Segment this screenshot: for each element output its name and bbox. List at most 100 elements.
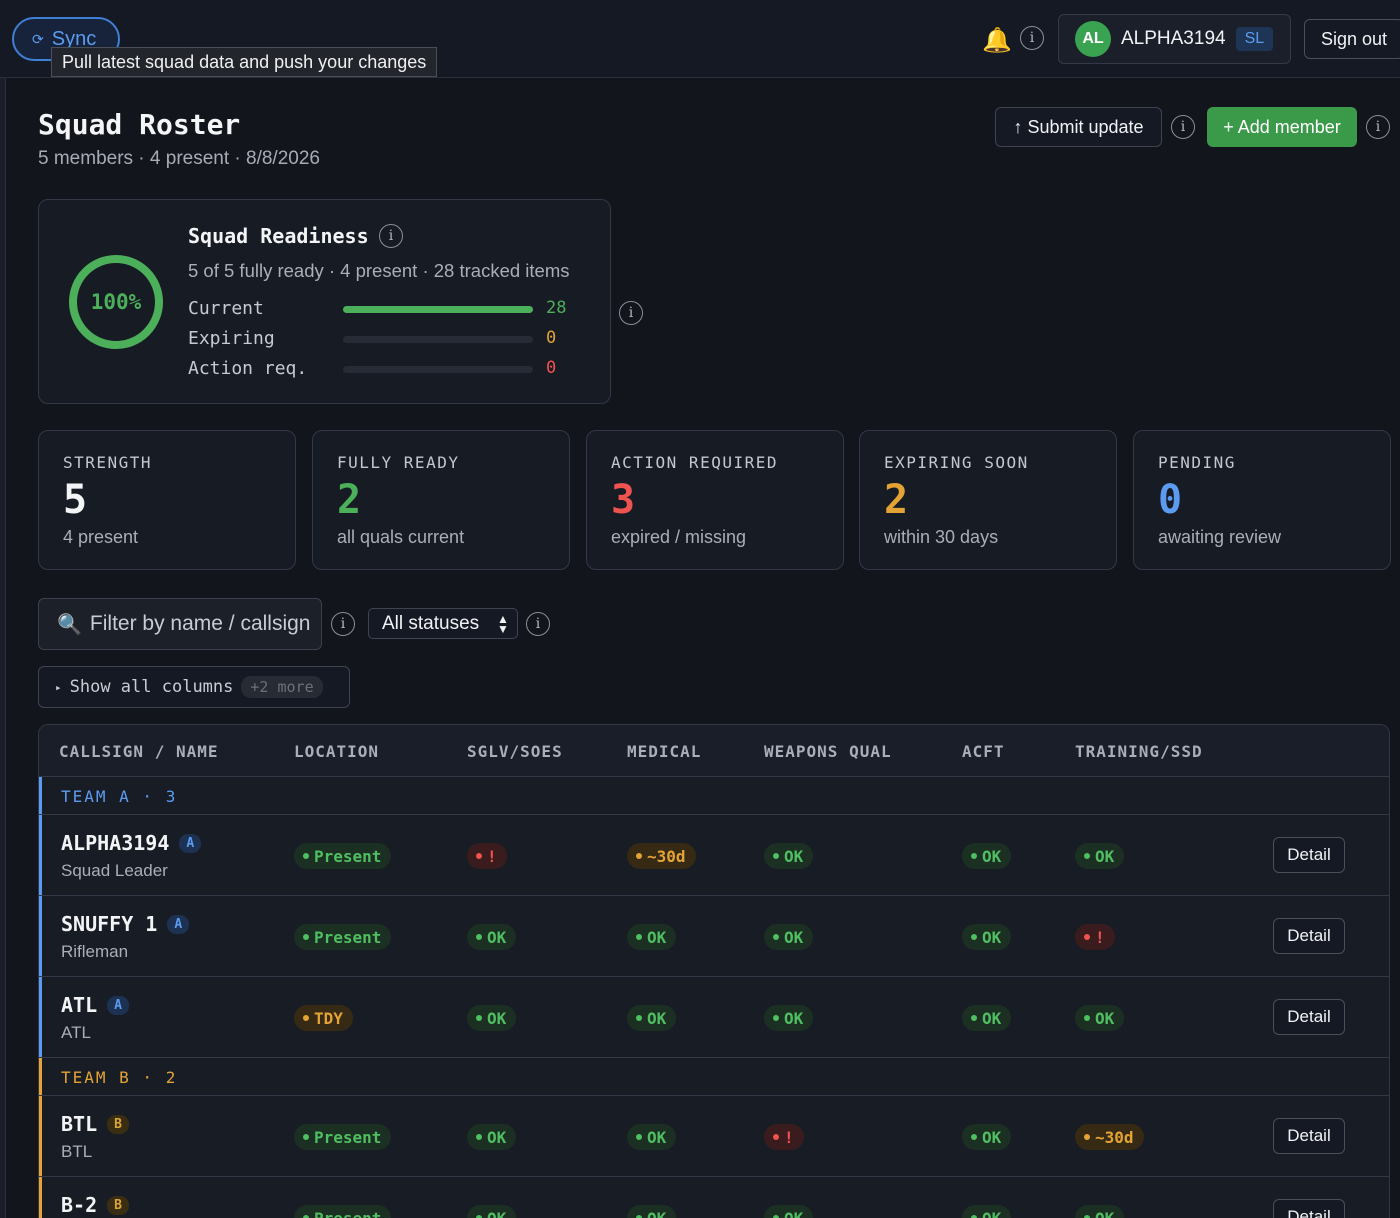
status-pill[interactable]: ! <box>764 1124 804 1150</box>
info-icon[interactable]: i <box>1020 26 1044 50</box>
col-acft[interactable]: ACFT <box>962 742 1005 761</box>
caret-right-icon: ▸ <box>55 680 62 694</box>
status-pill[interactable]: OK <box>962 1005 1012 1031</box>
member-callsign[interactable]: SNUFFY 1 A <box>61 912 190 936</box>
readiness-info-icon[interactable]: i <box>379 224 403 248</box>
status-pill[interactable]: OK <box>627 1005 677 1031</box>
status-text: OK <box>487 1008 507 1028</box>
member-role: Squad Leader <box>61 861 168 880</box>
col-weapons[interactable]: WEAPONS QUAL <box>764 742 892 761</box>
readiness-subtitle: 5 of 5 fully ready · 4 present · 28 trac… <box>188 260 570 281</box>
stat-label: STRENGTH <box>63 453 153 472</box>
detail-button[interactable]: Detail <box>1273 1118 1345 1154</box>
status-text: ! <box>487 846 497 866</box>
status-text: OK <box>647 1127 667 1147</box>
status-pill[interactable]: OK <box>627 1124 677 1150</box>
detail-button[interactable]: Detail <box>1273 918 1345 954</box>
status-pill[interactable]: OK <box>962 924 1012 950</box>
status-pill[interactable]: OK <box>1075 843 1125 869</box>
stat-label: ACTION REQUIRED <box>611 453 778 472</box>
status-pill[interactable]: OK <box>627 1205 677 1218</box>
chevron-updown-icon: ▲ ▼ <box>497 611 509 636</box>
submit-info-icon[interactable]: i <box>1171 115 1195 139</box>
status-pill[interactable]: OK <box>467 1205 517 1218</box>
status-text: Present <box>314 1127 382 1147</box>
status-dot-icon <box>971 1134 977 1140</box>
status-pill[interactable]: ~30d <box>1075 1124 1144 1150</box>
status-select[interactable]: All statuses ▲ ▼ <box>368 608 518 639</box>
status-pill[interactable]: OK <box>467 924 517 950</box>
status-dot-icon <box>1084 1015 1090 1021</box>
status-pill[interactable]: OK <box>467 1124 517 1150</box>
status-pill[interactable]: OK <box>1075 1205 1125 1218</box>
stat-value: 5 <box>63 477 88 523</box>
readiness-card: 100% Squad Readiness i 5 of 5 fully read… <box>38 199 611 404</box>
team-group-label: TEAM B · 2 <box>61 1068 178 1087</box>
status-text: OK <box>982 927 1002 947</box>
team-color-bar <box>39 977 42 1057</box>
status-pill[interactable]: TDY <box>294 1005 353 1031</box>
submit-update-button[interactable]: ↑ Submit update <box>995 107 1162 147</box>
col-sglv[interactable]: SGLV/SOES <box>467 742 563 761</box>
status-pill[interactable]: Present <box>294 1124 392 1150</box>
member-callsign[interactable]: ATL A <box>61 993 129 1017</box>
add-member-button[interactable]: + Add member <box>1207 107 1357 147</box>
detail-button[interactable]: Detail <box>1273 999 1345 1035</box>
status-pill[interactable]: Present <box>294 843 392 869</box>
status-pill[interactable]: OK <box>764 1205 814 1218</box>
add-info-icon[interactable]: i <box>1366 115 1390 139</box>
detail-button[interactable]: Detail <box>1273 837 1345 873</box>
status-pill[interactable]: ~30d <box>627 843 696 869</box>
member-callsign[interactable]: B-2 B <box>61 1193 129 1217</box>
show-all-columns-toggle[interactable]: ▸ Show all columns +2 more <box>38 666 350 708</box>
status-pill[interactable]: OK <box>1075 1005 1125 1031</box>
status-pill[interactable]: OK <box>764 1005 814 1031</box>
stat-label: FULLY READY <box>337 453 460 472</box>
stat-label: PENDING <box>1158 453 1236 472</box>
team-color-bar <box>39 1096 42 1176</box>
team-group-row: TEAM B · 2 <box>39 1058 1389 1096</box>
status-text: Present <box>314 1208 382 1218</box>
col-callsign[interactable]: CALLSIGN / NAME <box>59 742 219 761</box>
search-box[interactable]: 🔍 <box>38 598 322 650</box>
detail-button[interactable]: Detail <box>1273 1199 1345 1218</box>
status-pill[interactable]: OK <box>467 1005 517 1031</box>
status-text: OK <box>487 1127 507 1147</box>
status-pill[interactable]: OK <box>962 1205 1012 1218</box>
member-callsign[interactable]: BTL B <box>61 1112 129 1136</box>
status-dot-icon <box>303 1015 309 1021</box>
col-training[interactable]: TRAINING/SSD <box>1075 742 1203 761</box>
stat-sub: awaiting review <box>1158 527 1282 547</box>
status-pill[interactable]: ! <box>467 843 507 869</box>
status-pill[interactable]: OK <box>962 843 1012 869</box>
status-text: OK <box>1095 1208 1115 1218</box>
status-dot-icon <box>476 934 482 940</box>
member-role: ATL <box>61 1023 91 1042</box>
col-location[interactable]: LOCATION <box>294 742 379 761</box>
status-text: OK <box>982 1208 1002 1218</box>
status-dot-icon <box>1084 1134 1090 1140</box>
status-pill[interactable]: Present <box>294 1205 392 1218</box>
readiness-title: Squad Readiness <box>188 224 369 248</box>
stat-fully-ready: FULLY READY 2 all quals current <box>312 430 570 570</box>
readiness-side-info-icon[interactable]: i <box>619 301 643 325</box>
status-pill[interactable]: OK <box>627 924 677 950</box>
search-info-icon[interactable]: i <box>331 612 355 636</box>
left-rail <box>0 78 6 1218</box>
status-pill[interactable]: OK <box>764 843 814 869</box>
bar-label: Action req. <box>188 358 308 379</box>
status-text: OK <box>1095 1008 1115 1028</box>
status-pill[interactable]: OK <box>962 1124 1012 1150</box>
user-menu[interactable]: AL ALPHA3194 SL <box>1058 14 1291 64</box>
status-dot-icon <box>636 853 642 859</box>
status-pill[interactable]: OK <box>764 924 814 950</box>
status-pill[interactable]: ! <box>1075 924 1115 950</box>
search-input[interactable] <box>89 612 310 636</box>
status-pill[interactable]: Present <box>294 924 392 950</box>
status-info-icon[interactable]: i <box>526 612 550 636</box>
status-dot-icon <box>303 934 309 940</box>
member-callsign[interactable]: ALPHA3194 A <box>61 831 202 855</box>
sign-out-button[interactable]: Sign out <box>1304 19 1400 59</box>
bell-icon[interactable]: 🔔 <box>982 26 1012 55</box>
col-medical[interactable]: MEDICAL <box>627 742 701 761</box>
